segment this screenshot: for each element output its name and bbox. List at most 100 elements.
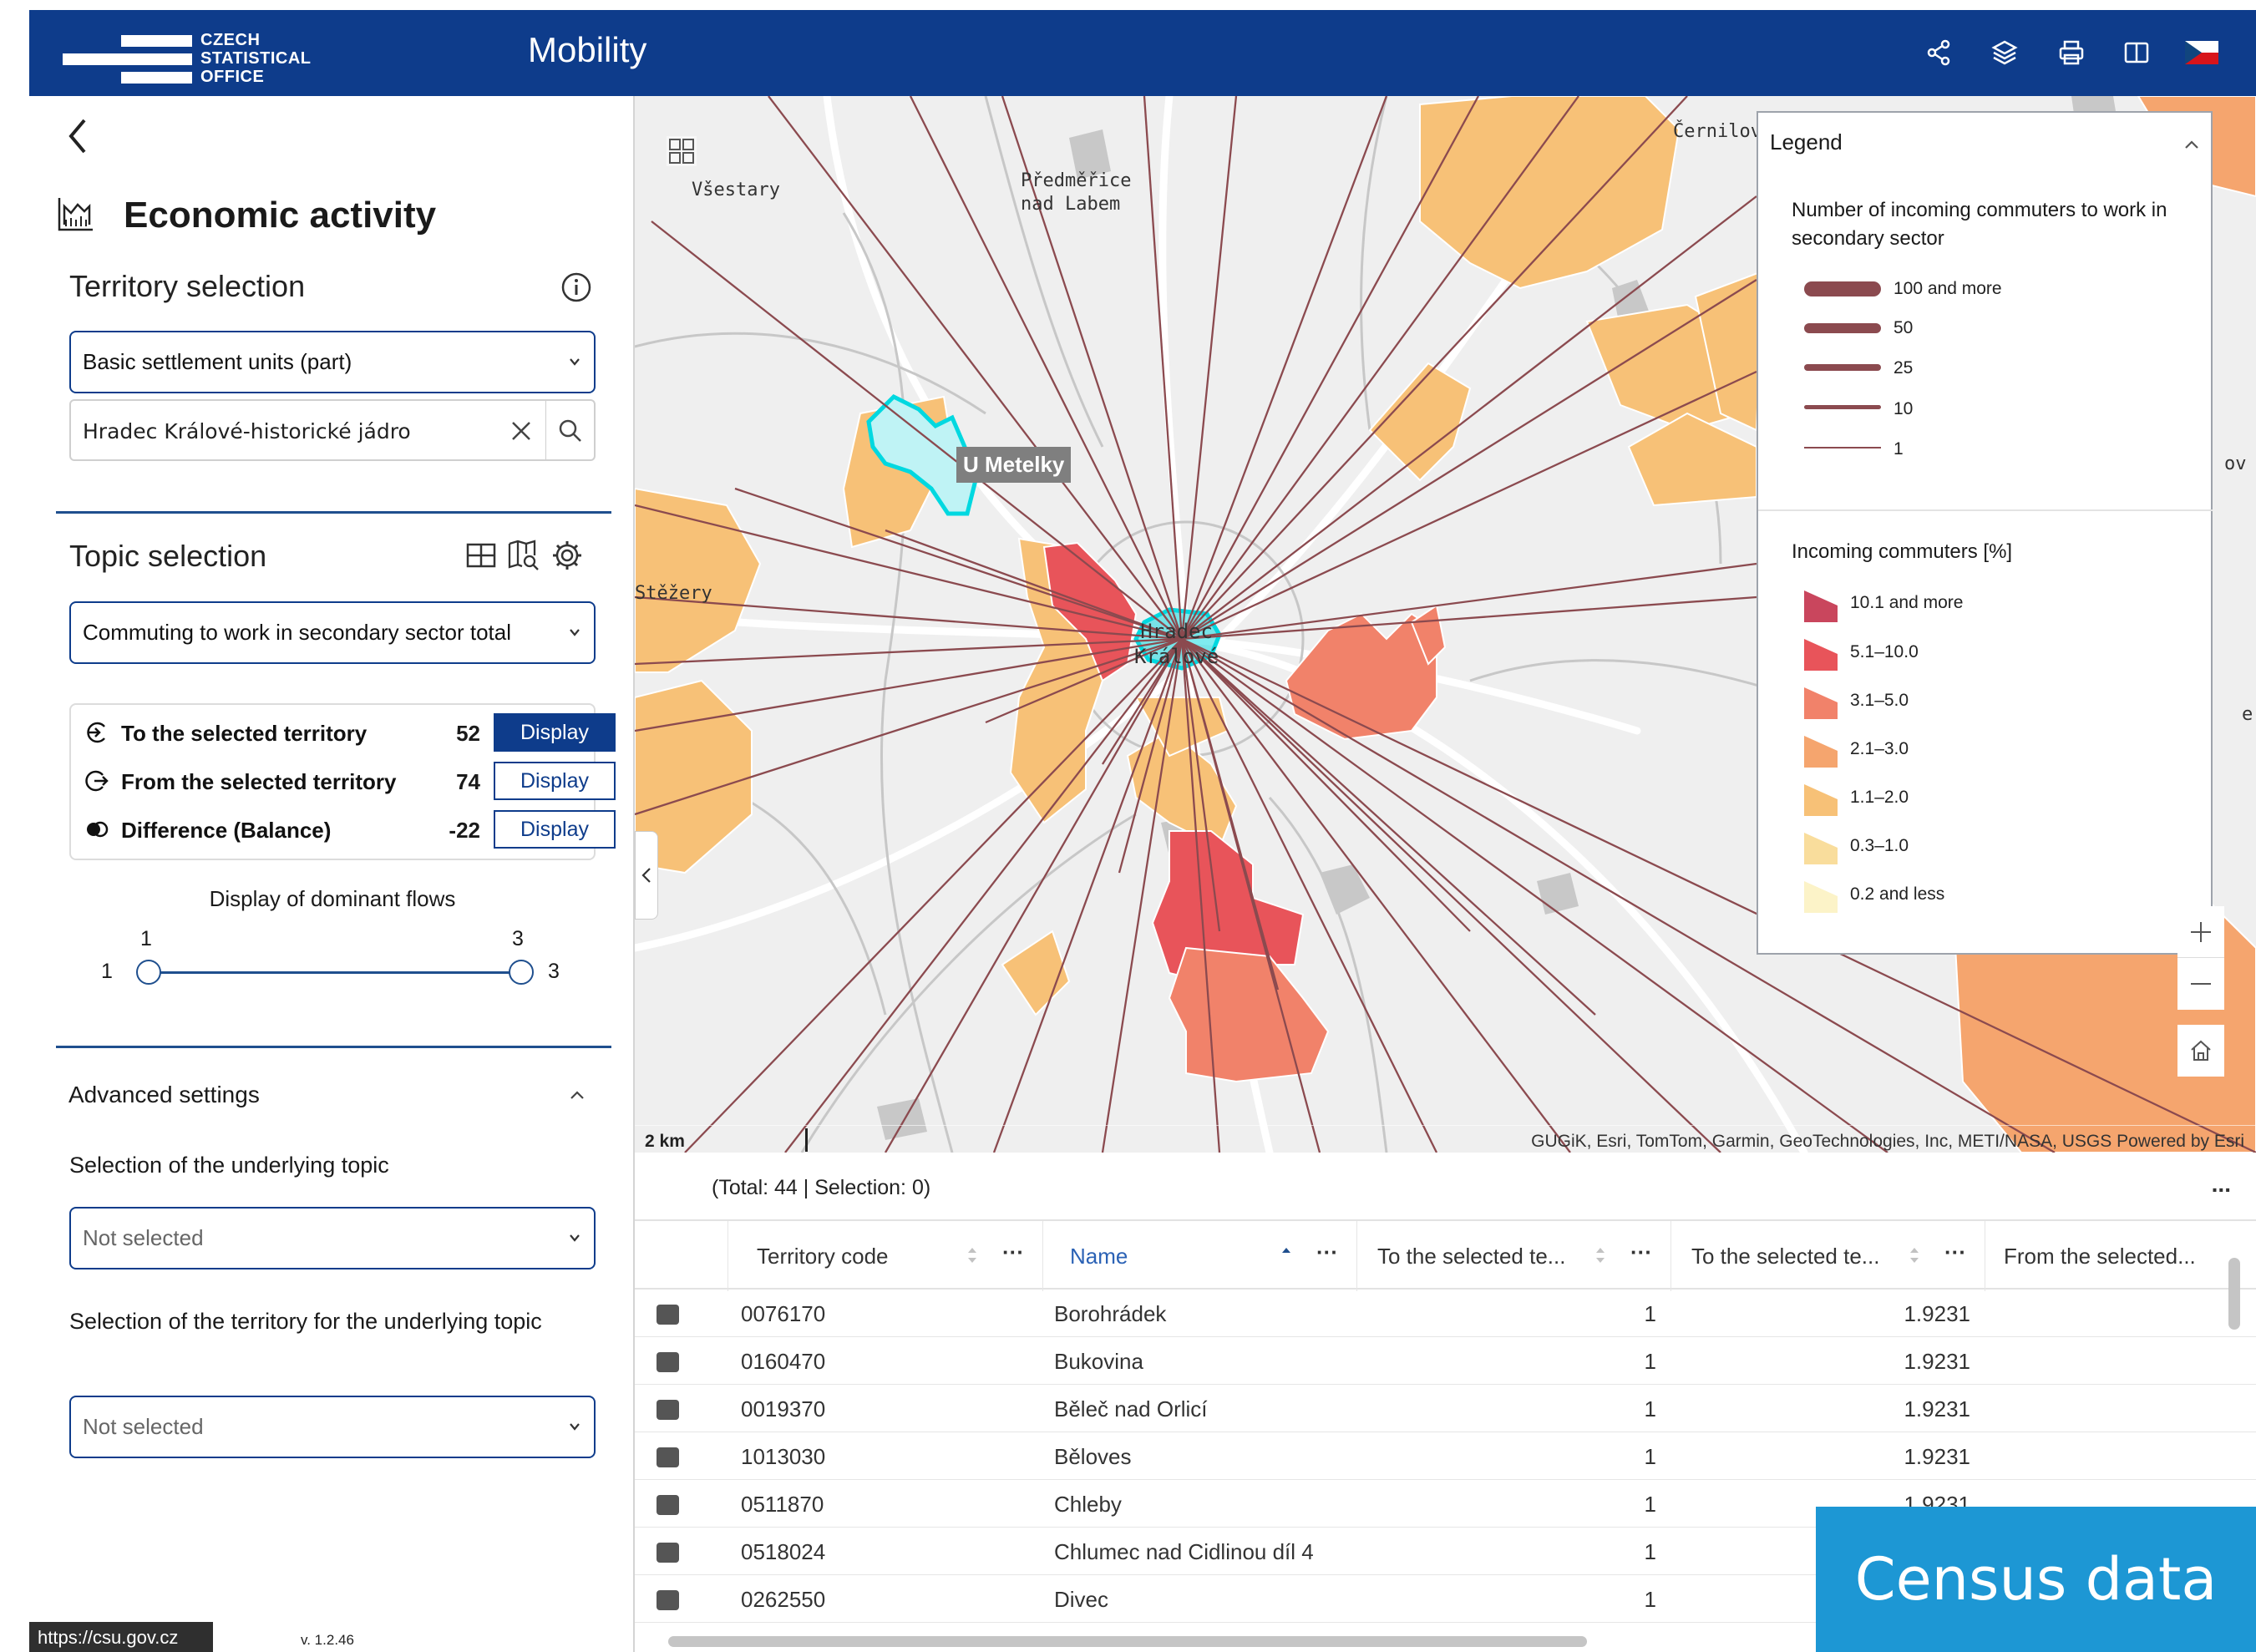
topic-select[interactable]: Commuting to work in secondary sector to… [69,601,596,664]
home-button[interactable] [2177,1025,2224,1077]
row-checkbox[interactable] [657,1400,679,1420]
row-checkbox[interactable] [657,1495,679,1515]
column-menu-icon[interactable]: ··· [1630,1239,1652,1265]
column-menu-icon[interactable]: ··· [1002,1239,1024,1265]
slider-low-marker: 1 [140,927,152,950]
cell-to-count: 1 [1644,1492,1656,1517]
home-icon [2191,1040,2211,1061]
territory-search-field[interactable]: Hradec Králové-historické jádro [69,399,596,461]
balance-circles-icon [87,821,109,838]
cell-name: Běloves [1054,1444,1132,1469]
place-label-cernilov: Černilov [1673,121,1762,142]
slider-low-handle[interactable] [136,960,161,985]
table-row[interactable]: 0160470 Bukovina 1 1.9231 [635,1337,2256,1385]
legend-fill-swatch [1804,881,1838,913]
underlying-territory-label: Selection of the territory for the under… [69,1309,542,1334]
sort-ascending-icon[interactable] [1280,1244,1293,1266]
info-icon[interactable] [560,271,592,307]
chevron-up-icon[interactable] [2182,138,2201,151]
table-row[interactable]: 0019370 Běleč nad Orlicí 1 1.9231 [635,1385,2256,1432]
cell-name: Bukovina [1054,1349,1143,1374]
legend-fill-swatch [1804,736,1838,768]
column-header-to-count[interactable]: To the selected te... ··· [1357,1221,1671,1291]
cell-name: Chleby [1054,1492,1122,1517]
legend-line-label: 100 and more [1894,279,2002,298]
table-row[interactable]: 0076170 Borohrádek 1 1.9231 [635,1290,2256,1337]
map-scale: 2 km [645,1132,685,1152]
zoom-in-button[interactable] [2177,906,2224,958]
row-checkbox[interactable] [657,1447,679,1467]
dominant-flows-slider-track[interactable] [149,971,521,974]
cell-territory-code: 0160470 [741,1349,826,1374]
collapse-panel-handle[interactable] [635,831,658,920]
sort-icon[interactable] [1594,1244,1607,1266]
share-icon[interactable] [1916,30,1961,75]
flow-line [784,638,1183,1153]
display-from-button[interactable]: Display [494,762,616,800]
flow-line [684,638,1183,1153]
horizontal-scrollbar[interactable] [643,1633,1812,1649]
row-checkbox[interactable] [657,1543,679,1563]
table-view-icon[interactable] [465,540,497,575]
chevron-down-icon [570,1234,580,1242]
chevron-down-icon [570,629,580,636]
cell-to-count: 1 [1644,1349,1656,1374]
column-header-territory-code[interactable]: Territory code ··· [728,1221,1043,1291]
slider-high-handle[interactable] [509,960,534,985]
underlying-topic-select[interactable]: Not selected [69,1207,596,1269]
legend-fill-label: 0.2 and less [1850,884,1945,904]
row-checkbox[interactable] [657,1590,679,1610]
legend-fill-swatch [1804,590,1838,622]
column-header-name[interactable]: Name ··· [1043,1221,1357,1291]
place-label-hradec-kralove: Hradec Králové [1134,620,1219,668]
clear-icon[interactable] [510,419,533,443]
map-legend: Legend Number of incoming commuters to w… [1757,111,2213,955]
settings-gear-icon[interactable] [550,539,584,576]
flow-difference-value: -22 [449,818,480,843]
row-checkbox[interactable] [657,1305,679,1325]
column-label: Name [1070,1243,1128,1269]
legend-line-swatch [1804,323,1881,333]
row-checkbox[interactable] [657,1352,679,1372]
back-button[interactable] [66,117,89,160]
display-difference-button[interactable]: Display [494,810,616,849]
column-header-to-percent[interactable]: To the selected te... ··· [1671,1221,1985,1291]
cell-to-count: 1 [1644,1539,1656,1564]
column-label: To the selected te... [1377,1243,1566,1269]
territory-search-input[interactable]: Hradec Králové-historické jádro [83,419,411,443]
layers-icon[interactable] [1982,30,2027,75]
underlying-territory-select[interactable]: Not selected [69,1396,596,1458]
book-icon[interactable] [2114,30,2159,75]
underlying-topic-label: Selection of the underlying topic [69,1153,389,1178]
sort-icon[interactable] [1908,1244,1921,1266]
territory-level-select[interactable]: Basic settlement units (part) [69,331,596,393]
search-icon[interactable] [557,418,584,444]
czech-statistical-office-logo[interactable]: CZECH STATISTICAL OFFICE [63,22,313,85]
cell-to-count: 1 [1644,1301,1656,1326]
cell-to-percent: 1.9231 [1904,1301,1970,1326]
map-scale-bar [805,1128,808,1152]
map-view[interactable]: Všestary Předměřice nad Labem Černilov S… [635,96,2256,1153]
territory-level-value: Basic settlement units (part) [83,349,352,374]
sort-icon[interactable] [966,1244,979,1266]
basemap-gallery-icon[interactable] [667,136,697,166]
print-icon[interactable] [2049,30,2094,75]
table-row[interactable]: 1013030 Běloves 1 1.9231 [635,1432,2256,1480]
legend-fill-label: 0.3–1.0 [1850,836,1909,855]
place-label-stezery: Stěžery [635,583,712,604]
left-panel: Economic activity Territory selection Ba… [29,96,635,1652]
czech-flag-icon[interactable] [2179,30,2224,75]
display-to-button[interactable]: Display [494,713,616,752]
flow-to-label: To the selected territory [121,721,368,746]
advanced-settings-toggle[interactable]: Advanced settings [68,1072,611,1122]
zoom-out-button[interactable] [2177,958,2224,1010]
column-header-from[interactable]: From the selected... [1985,1221,2256,1291]
table-options-button[interactable]: ... [2212,1171,2231,1198]
column-menu-icon[interactable]: ··· [1316,1239,1338,1265]
place-label-e: e [2242,704,2253,725]
census-data-badge: Census data [1816,1507,2256,1652]
cell-name: Divec [1054,1587,1109,1612]
legend-line-label: 10 [1894,399,1914,418]
map-search-icon[interactable] [507,539,540,576]
column-menu-icon[interactable]: ··· [1944,1239,1966,1265]
